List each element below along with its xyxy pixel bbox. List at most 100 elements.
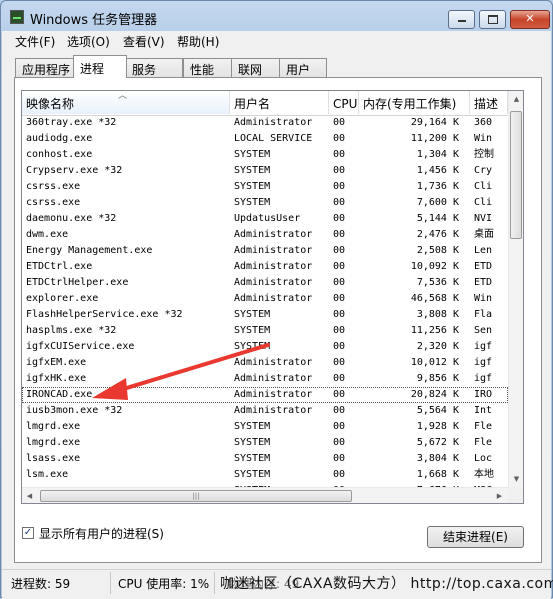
menu-view[interactable]: 查看(V) [123, 33, 165, 50]
column-memory[interactable]: 内存(专用工作集) [359, 91, 470, 114]
cell-image-name: dwm.exe [26, 229, 69, 240]
table-row[interactable]: hasplms.exe *32 SYSTEM 00 11,256 K Sen [22, 323, 508, 339]
table-row[interactable]: csrss.exe SYSTEM 00 1,736 K Cli [22, 179, 508, 195]
table-row[interactable]: ETDCtrlHelper.exe Administrator 00 7,536 K E… [22, 275, 508, 291]
table-row[interactable]: 360tray.exe *32 Administrator 00 29,164 K 36… [22, 115, 508, 131]
scroll-down-icon[interactable]: ▼ [509, 471, 523, 487]
vertical-scroll-thumb[interactable] [510, 111, 522, 239]
cell-user-name: Administrator [234, 245, 313, 256]
cell-cpu: 00 [333, 261, 346, 272]
cell-cpu: 00 [333, 341, 346, 352]
cell-description: 桌面 [474, 229, 494, 240]
cell-cpu: 00 [333, 469, 346, 480]
table-row[interactable]: daemonu.exe *32 UpdatusUser 00 5,144 K NVI [22, 211, 508, 227]
tab-users[interactable]: 用户 [279, 58, 327, 77]
end-process-button[interactable]: 结束进程(E) [427, 526, 524, 548]
status-divider [214, 572, 215, 594]
cell-memory: 3,804 K [416, 453, 459, 464]
menu-help[interactable]: 帮助(H) [177, 33, 219, 50]
minimize-button[interactable] [448, 10, 475, 29]
task-manager-window: Windows 任务管理器 ✕ 文件(F) 选项(O) 查看(V) 帮助(H) … [0, 0, 553, 599]
cell-user-name: Administrator [234, 373, 313, 384]
cell-cpu: 00 [333, 453, 346, 464]
cell-cpu: 00 [333, 357, 346, 368]
horizontal-scrollbar[interactable]: ◀ ||| ▶ [22, 487, 508, 503]
table-row[interactable]: Crypserv.exe *32 SYSTEM 00 1,456 K Cry [22, 163, 508, 179]
cell-user-name: Administrator [234, 357, 313, 368]
table-row[interactable]: Energy Management.exe Administrator 00 2,50… [22, 243, 508, 259]
title-bar[interactable]: Windows 任务管理器 ✕ [1, 1, 552, 31]
cell-image-name: FlashHelperService.exe *32 [26, 309, 183, 320]
cell-image-name: 360tray.exe *32 [26, 117, 117, 128]
cell-memory: 7,536 K [416, 277, 459, 288]
cell-memory: 10,012 K [410, 357, 459, 368]
cell-memory: 5,672 K [416, 437, 459, 448]
tab-performance[interactable]: 性能 [183, 58, 233, 77]
column-user-name[interactable]: 用户名 [230, 91, 329, 114]
vertical-scrollbar[interactable]: ▲ ▼ [508, 91, 523, 487]
tab-networking[interactable]: 联网 [231, 58, 281, 77]
cell-image-name: Energy Management.exe [26, 245, 153, 256]
cell-user-name: Administrator [234, 229, 313, 240]
column-image-name[interactable]: ︿ 映像名称 [22, 91, 230, 114]
cell-description: Loc [474, 453, 493, 464]
cell-user-name: Administrator [234, 389, 313, 400]
horizontal-scroll-thumb[interactable]: ||| [40, 490, 352, 502]
table-row[interactable]: lsm.exe SYSTEM 00 1,668 K 本地 [22, 467, 508, 483]
close-button[interactable]: ✕ [510, 10, 550, 29]
scroll-left-icon[interactable]: ◀ [22, 488, 37, 503]
table-row[interactable]: igfxEM.exe Administrator 00 10,012 K igf [22, 355, 508, 371]
scroll-up-icon[interactable]: ▲ [509, 91, 523, 107]
cell-cpu: 00 [333, 181, 346, 192]
cell-user-name: LOCAL SERVICE [234, 133, 313, 144]
table-row[interactable]: lmgrd.exe SYSTEM 00 1,928 K Fle [22, 419, 508, 435]
tab-processes[interactable]: 进程 [73, 55, 127, 78]
close-icon: ✕ [525, 12, 535, 25]
tab-services[interactable]: 服务 [125, 58, 183, 77]
table-row[interactable]: csrss.exe SYSTEM 00 7,600 K Cli [22, 195, 508, 211]
cell-image-name: lsm.exe [26, 469, 69, 480]
table-row[interactable]: conhost.exe SYSTEM 00 1,304 K 控制 [22, 147, 508, 163]
cell-memory: 1,304 K [416, 149, 459, 160]
scroll-right-icon[interactable]: ▶ [492, 488, 507, 503]
table-row[interactable]: ETDCtrl.exe Administrator 00 10,092 K ETD [22, 259, 508, 275]
cell-cpu: 00 [333, 325, 346, 336]
cell-memory: 11,200 K [410, 133, 459, 144]
cell-description: Sen [474, 325, 493, 336]
cell-memory: 20,824 K [410, 389, 459, 400]
cell-description: ETD [474, 261, 493, 272]
table-row[interactable]: iusb3mon.exe *32 Administrator 00 5,564 K In… [22, 403, 508, 419]
table-row[interactable]: lmgrd.exe SYSTEM 00 5,672 K Fle [22, 435, 508, 451]
table-row[interactable]: lsass.exe SYSTEM 00 3,804 K Loc [22, 451, 508, 467]
show-all-users-checkbox[interactable]: ✓ [22, 527, 34, 539]
table-row[interactable]: audiodg.exe LOCAL SERVICE 00 11,200 K Win [22, 131, 508, 147]
table-row[interactable]: FlashHelperService.exe *32 SYSTEM 00 3,808 … [22, 307, 508, 323]
cell-user-name: SYSTEM [234, 181, 271, 192]
cell-image-name: igfxEM.exe [26, 357, 87, 368]
cell-image-name: csrss.exe [26, 181, 81, 192]
table-row[interactable]: igfxHK.exe Administrator 00 9,856 K igf [22, 371, 508, 387]
table-row[interactable]: igfxCUIService.exe SYSTEM 00 2,320 K igf [22, 339, 508, 355]
cell-image-name: csrss.exe [26, 197, 81, 208]
menu-file[interactable]: 文件(F) [15, 33, 55, 50]
cell-memory: 1,668 K [416, 469, 459, 480]
cell-cpu: 00 [333, 373, 346, 384]
cell-user-name: SYSTEM [234, 309, 271, 320]
maximize-icon [487, 15, 498, 24]
column-description[interactable]: 描述 [470, 91, 508, 114]
cell-description: Cli [474, 197, 493, 208]
table-row[interactable]: explorer.exe Administrator 00 46,568 K Win [22, 291, 508, 307]
cell-memory: 2,508 K [416, 245, 459, 256]
column-cpu[interactable]: CPU [329, 91, 359, 114]
cell-description: Cry [474, 165, 493, 176]
menu-options[interactable]: 选项(O) [67, 33, 110, 50]
maximize-button[interactable] [479, 10, 506, 29]
cell-cpu: 00 [333, 213, 346, 224]
tab-applications[interactable]: 应用程序 [15, 58, 75, 77]
cell-description: Fle [474, 421, 493, 432]
cell-cpu: 00 [333, 165, 346, 176]
cell-description: igf [474, 357, 493, 368]
table-row[interactable]: IRONCAD.exe Administrator 00 20,824 K IRO [22, 387, 508, 403]
table-row[interactable]: dwm.exe Administrator 00 2,476 K 桌面 [22, 227, 508, 243]
process-list[interactable]: ︿ 映像名称 用户名 CPU 内存(专用工作集) 描述 360tray.exe … [21, 90, 524, 504]
